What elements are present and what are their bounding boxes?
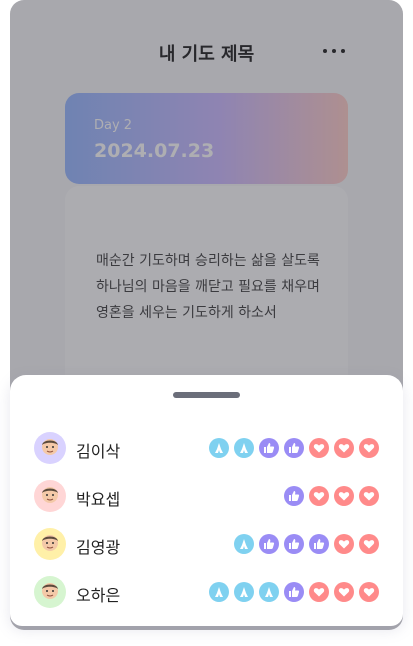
reactor-name: 김이삭 [76, 442, 121, 461]
thumbs-up-icon [284, 534, 304, 554]
praying-hands-icon [209, 438, 229, 458]
reaction-icons [234, 534, 379, 554]
reaction-row[interactable]: 박요셉 [34, 479, 379, 513]
reactor-name: 박요셉 [76, 490, 121, 509]
heart-icon [359, 438, 379, 458]
memoji-avatar-icon [34, 528, 66, 560]
thumbs-up-icon [259, 438, 279, 458]
reaction-icons [209, 438, 379, 458]
reaction-row[interactable]: 김이삭 [34, 431, 379, 465]
heart-icon [309, 486, 329, 506]
memoji-avatar-icon [34, 480, 66, 512]
heart-icon [334, 486, 354, 506]
heart-icon [334, 582, 354, 602]
reaction-row[interactable]: 오하은 [34, 575, 379, 609]
heart-icon [334, 438, 354, 458]
thumbs-up-icon [284, 582, 304, 602]
heart-icon [309, 582, 329, 602]
memoji-avatar-icon [34, 576, 66, 608]
reaction-icons [209, 582, 379, 602]
heart-icon [359, 534, 379, 554]
thumbs-up-icon [259, 534, 279, 554]
thumbs-up-icon [284, 438, 304, 458]
praying-hands-icon [259, 582, 279, 602]
heart-icon [334, 534, 354, 554]
reactions-bottom-sheet: 김이삭박요셉김영광오하은 [10, 375, 403, 626]
praying-hands-icon [209, 582, 229, 602]
reaction-row[interactable]: 김영광 [34, 527, 379, 561]
praying-hands-icon [234, 438, 254, 458]
heart-icon [359, 582, 379, 602]
praying-hands-icon [234, 582, 254, 602]
heart-icon [359, 486, 379, 506]
heart-icon [309, 438, 329, 458]
reactor-name: 오하은 [76, 586, 121, 605]
reaction-icons [284, 486, 379, 506]
thumbs-up-icon [284, 486, 304, 506]
praying-hands-icon [234, 534, 254, 554]
sheet-drag-handle[interactable] [173, 392, 240, 398]
reactor-name: 김영광 [76, 538, 121, 557]
thumbs-up-icon [309, 534, 329, 554]
memoji-avatar-icon [34, 432, 66, 464]
